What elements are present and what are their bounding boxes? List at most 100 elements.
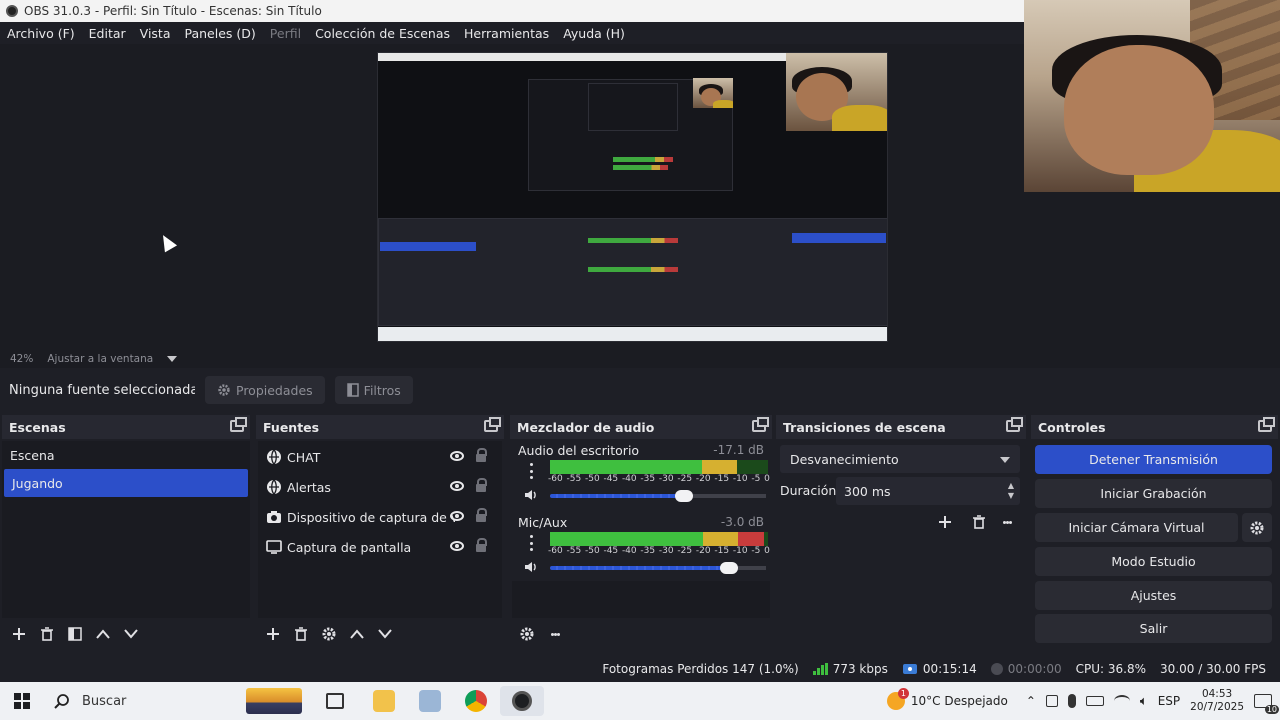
move-scene-down-button[interactable] [120, 623, 142, 645]
nested-preview-inner [588, 83, 678, 131]
meet-now-icon[interactable] [1045, 695, 1058, 707]
menu-perfil[interactable]: Perfil [263, 26, 308, 41]
language-indicator[interactable]: ESP [1158, 694, 1180, 708]
system-tray: 1 10°C Despejado ⌃ 🔈︎ ESP 04:53 20/7/202… [886, 682, 1280, 720]
channel-menu-icon[interactable] [526, 535, 536, 551]
nested-taskbar [378, 327, 887, 341]
lock-icon[interactable] [476, 478, 487, 492]
remove-transition-button[interactable] [968, 511, 990, 533]
start-virtual-camera-button[interactable]: Iniciar Cámara Virtual [1035, 513, 1238, 542]
lock-icon[interactable] [476, 508, 487, 522]
windows-start-icon[interactable] [14, 693, 30, 709]
zoom-level: 42% [10, 353, 34, 365]
scene-filters-button[interactable] [64, 623, 86, 645]
studio-mode-button[interactable]: Modo Estudio [1035, 547, 1272, 576]
properties-button[interactable]: Propiedades [205, 376, 325, 404]
speaker-icon[interactable] [524, 489, 538, 501]
fit-window-label[interactable]: Ajustar a la ventana [47, 353, 153, 365]
taskbar-clock[interactable]: 04:53 20/7/2025 [1190, 688, 1244, 714]
scene-item-jugando[interactable]: Jugando [4, 469, 248, 497]
speaker-icon[interactable] [524, 561, 538, 573]
gear-icon [218, 384, 230, 396]
chevron-down-icon [124, 629, 138, 639]
visibility-eye-icon[interactable] [450, 541, 464, 551]
level-meter [550, 539, 768, 546]
browser-icon [266, 479, 282, 495]
stop-stream-button[interactable]: Detener Transmisión [1035, 445, 1272, 474]
duration-label: Duración [780, 483, 837, 498]
menu-paneles[interactable]: Paneles (D) [178, 26, 263, 41]
add-transition-button[interactable] [934, 511, 956, 533]
camera-icon [266, 509, 282, 525]
battery-icon[interactable] [1085, 696, 1104, 706]
microphone-icon[interactable] [1067, 694, 1076, 708]
taskbar-search[interactable]: Buscar [46, 686, 316, 716]
undock-icon[interactable] [1006, 417, 1023, 432]
scene-item-escena[interactable]: Escena [2, 441, 250, 469]
undock-icon[interactable] [484, 417, 501, 432]
exit-button[interactable]: Salir [1035, 614, 1272, 643]
level-meter [550, 467, 768, 474]
volume-icon[interactable]: 🔈︎ [1140, 694, 1148, 709]
undock-icon[interactable] [1258, 417, 1275, 432]
menu-archivo[interactable]: Archivo (F) [0, 26, 82, 41]
source-item-alertas[interactable]: Alertas [258, 472, 502, 502]
preview-canvas[interactable] [377, 52, 888, 342]
duration-input[interactable]: 300 ms ▲ ▼ [836, 477, 1020, 505]
spin-arrows-icon[interactable]: ▲ ▼ [1008, 481, 1014, 501]
preview-webcam [786, 53, 887, 131]
add-source-button[interactable] [262, 623, 284, 645]
transition-menu-icon[interactable] [1002, 514, 1012, 530]
advanced-audio-button[interactable] [516, 623, 538, 645]
plus-icon [13, 628, 25, 640]
photos-app-icon[interactable] [419, 690, 441, 712]
menu-ayuda[interactable]: Ayuda (H) [556, 26, 632, 41]
source-properties-button[interactable] [318, 623, 340, 645]
source-item-screen-capture[interactable]: Captura de pantalla [258, 532, 502, 562]
channel-menu-icon[interactable] [526, 463, 536, 479]
lock-icon[interactable] [476, 538, 487, 552]
file-explorer-icon[interactable] [373, 690, 395, 712]
virtual-camera-settings-button[interactable] [1242, 513, 1272, 542]
chevron-down-icon [1000, 457, 1010, 463]
volume-slider[interactable] [550, 562, 766, 574]
filters-button[interactable]: Filtros [334, 376, 413, 404]
menu-coleccion-escenas[interactable]: Colección de Escenas [308, 26, 457, 41]
remove-scene-button[interactable] [36, 623, 58, 645]
settings-button[interactable]: Ajustes [1035, 581, 1272, 610]
notification-count-badge: 10 [1264, 705, 1279, 714]
visibility-eye-icon[interactable] [450, 511, 464, 521]
sources-list: CHAT Alertas Dispositivo de captura de v… [258, 441, 502, 618]
chrome-icon[interactable] [465, 690, 487, 712]
menu-herramientas[interactable]: Herramientas [457, 26, 556, 41]
undock-icon[interactable] [752, 417, 769, 432]
undock-icon[interactable] [230, 417, 247, 432]
move-source-up-button[interactable] [346, 623, 368, 645]
mouse-cursor-icon [156, 231, 178, 253]
lock-icon[interactable] [476, 448, 487, 462]
source-item-video-capture[interactable]: Dispositivo de captura de video [258, 502, 502, 532]
volume-slider[interactable] [550, 490, 766, 502]
search-highlight-icon [246, 688, 302, 714]
visibility-eye-icon[interactable] [450, 481, 464, 491]
transition-select[interactable]: Desvanecimiento [780, 445, 1020, 473]
weather-widget[interactable]: 1 10°C Despejado [886, 688, 1008, 710]
dropped-frames: Fotogramas Perdidos 147 (1.0%) [602, 662, 799, 676]
task-view-icon[interactable] [326, 693, 344, 709]
add-scene-button[interactable] [8, 623, 30, 645]
menu-vista[interactable]: Vista [133, 26, 178, 41]
wifi-icon[interactable] [1113, 695, 1130, 707]
move-scene-up-button[interactable] [92, 623, 114, 645]
menu-editar[interactable]: Editar [82, 26, 133, 41]
record-dot-icon [990, 663, 1003, 675]
chevron-up-icon[interactable]: ⌃ [1026, 694, 1036, 708]
visibility-eye-icon[interactable] [450, 451, 464, 461]
source-item-chat[interactable]: CHAT [258, 442, 502, 472]
remove-source-button[interactable] [290, 623, 312, 645]
start-recording-button[interactable]: Iniciar Grabación [1035, 479, 1272, 508]
notifications-icon[interactable]: 10 [1254, 694, 1279, 714]
zoom-dropdown-icon[interactable] [167, 356, 178, 362]
obs-taskbar-icon[interactable] [500, 686, 544, 716]
mixer-menu-icon[interactable] [550, 626, 560, 642]
move-source-down-button[interactable] [374, 623, 396, 645]
